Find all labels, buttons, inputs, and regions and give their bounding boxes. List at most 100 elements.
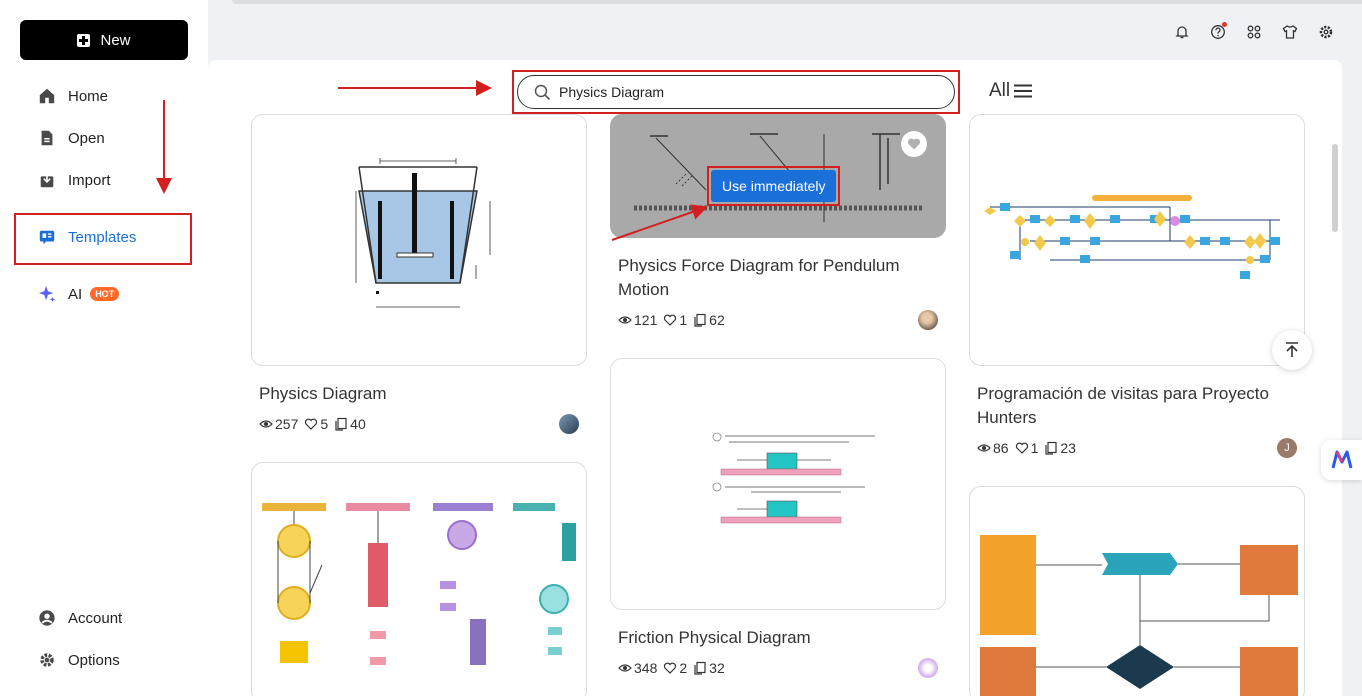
sidebar: New Home Open Import Templates AI HOT Ac… [0,0,208,696]
copy-icon [335,417,347,431]
sidebar-item-templates[interactable]: Templates [38,228,136,246]
copy-icon [1045,441,1057,455]
search-bar[interactable] [517,75,955,109]
new-button-label: New [100,31,131,49]
file-icon [41,130,53,146]
settings-button[interactable] [1308,22,1344,42]
new-button[interactable]: New [20,20,188,60]
card-title[interactable]: Friction Physical Diagram [618,626,948,650]
sidebar-item-home[interactable]: Home [38,87,108,105]
sidebar-item-account[interactable]: Account [38,609,122,627]
theme-button[interactable] [1272,22,1308,42]
import-icon [40,172,54,188]
sidebar-item-label: AI [68,285,83,303]
likes-count: 1 [1030,440,1039,456]
sidebar-item-label: Options [68,651,120,669]
use-button-highlight-box: Use immediately [707,166,841,206]
user-icon [39,610,55,626]
apps-icon [1247,25,1261,39]
back-to-top-button[interactable] [1272,330,1312,370]
heart-icon [907,138,921,150]
sidebar-item-label: Open [68,129,105,147]
eye-icon [618,316,632,324]
shirt-icon [1282,25,1298,39]
copy-icon [694,313,706,327]
copies-count: 40 [350,416,366,432]
sparkle-icon [38,285,56,303]
settings-icon [1319,25,1333,39]
favorite-button[interactable] [901,131,927,157]
filter-all-button[interactable]: All [989,80,1033,102]
bell-icon [1175,26,1189,39]
template-card-pulleys[interactable] [251,462,587,696]
hot-badge: HOT [90,287,120,301]
copies-count: 62 [709,312,725,328]
templates-icon [39,230,55,245]
views-count: 86 [993,440,1009,456]
apps-button[interactable] [1236,22,1272,42]
scrollbar[interactable] [1332,144,1338,232]
template-card-flowchart[interactable] [969,486,1305,696]
menu-icon [1014,84,1033,98]
template-thumbnail [980,535,1298,696]
sidebar-item-label: Home [68,87,109,105]
template-card-friction[interactable] [610,358,946,610]
sidebar-item-label: Import [68,171,111,189]
notifications-button[interactable] [1164,22,1200,42]
author-avatar[interactable] [918,658,938,678]
heart-icon [664,314,677,326]
search-input[interactable] [559,84,939,100]
copy-icon [694,661,706,675]
heart-icon [305,418,318,430]
card-stats: 121 1 62 [618,312,725,328]
assistant-button[interactable] [1321,440,1362,480]
template-card-programacion[interactable] [969,114,1305,366]
notification-dot [1222,22,1227,27]
card-stats: 257 5 40 [259,416,366,432]
eye-icon [977,444,991,452]
views-count: 348 [634,660,658,676]
author-avatar[interactable] [559,414,579,434]
likes-count: 1 [679,312,688,328]
likes-count: 2 [679,660,688,676]
heart-icon [1015,442,1028,454]
help-button[interactable] [1200,22,1236,42]
top-toolbar [1164,22,1344,42]
author-avatar[interactable]: J [1277,438,1297,458]
template-thumbnail [984,195,1280,279]
sidebar-item-label: Templates [68,228,137,246]
arrow-up-icon [1286,342,1298,357]
template-thumbnail [262,503,576,665]
copies-count: 23 [1060,440,1076,456]
filter-label: All [989,80,1011,101]
card-stats: 86 1 23 [977,440,1076,456]
card-stats: 348 2 32 [618,660,725,676]
sidebar-item-options[interactable]: Options [38,651,120,669]
top-strip [232,0,1362,4]
sidebar-item-ai[interactable]: AI HOT [38,285,120,303]
plus-icon [77,33,91,47]
main-panel: All Physics Diagram 257 5 40 [208,60,1342,696]
eye-icon [618,664,632,672]
sidebar-item-label: Account [68,609,123,627]
home-icon [39,88,55,104]
gear-icon [40,653,54,667]
card-title[interactable]: Physics Diagram [259,382,589,406]
template-thumbnail [712,432,875,524]
card-title[interactable]: Programación de visitas para Proyecto Hu… [977,382,1307,430]
author-avatar[interactable] [918,310,938,330]
search-highlight-box [512,70,960,114]
template-card-physics-diagram[interactable] [251,114,587,366]
heart-icon [664,662,677,674]
views-count: 121 [634,312,658,328]
copies-count: 32 [709,660,725,676]
views-count: 257 [275,416,299,432]
search-icon [534,84,551,100]
use-immediately-button[interactable]: Use immediately [711,170,837,202]
assistant-logo-icon [1331,450,1352,469]
eye-icon [259,420,273,428]
card-title[interactable]: Physics Force Diagram for Pendulum Motio… [618,254,948,302]
likes-count: 5 [320,416,329,432]
sidebar-item-import[interactable]: Import [38,171,111,189]
sidebar-item-open[interactable]: Open [38,129,105,147]
